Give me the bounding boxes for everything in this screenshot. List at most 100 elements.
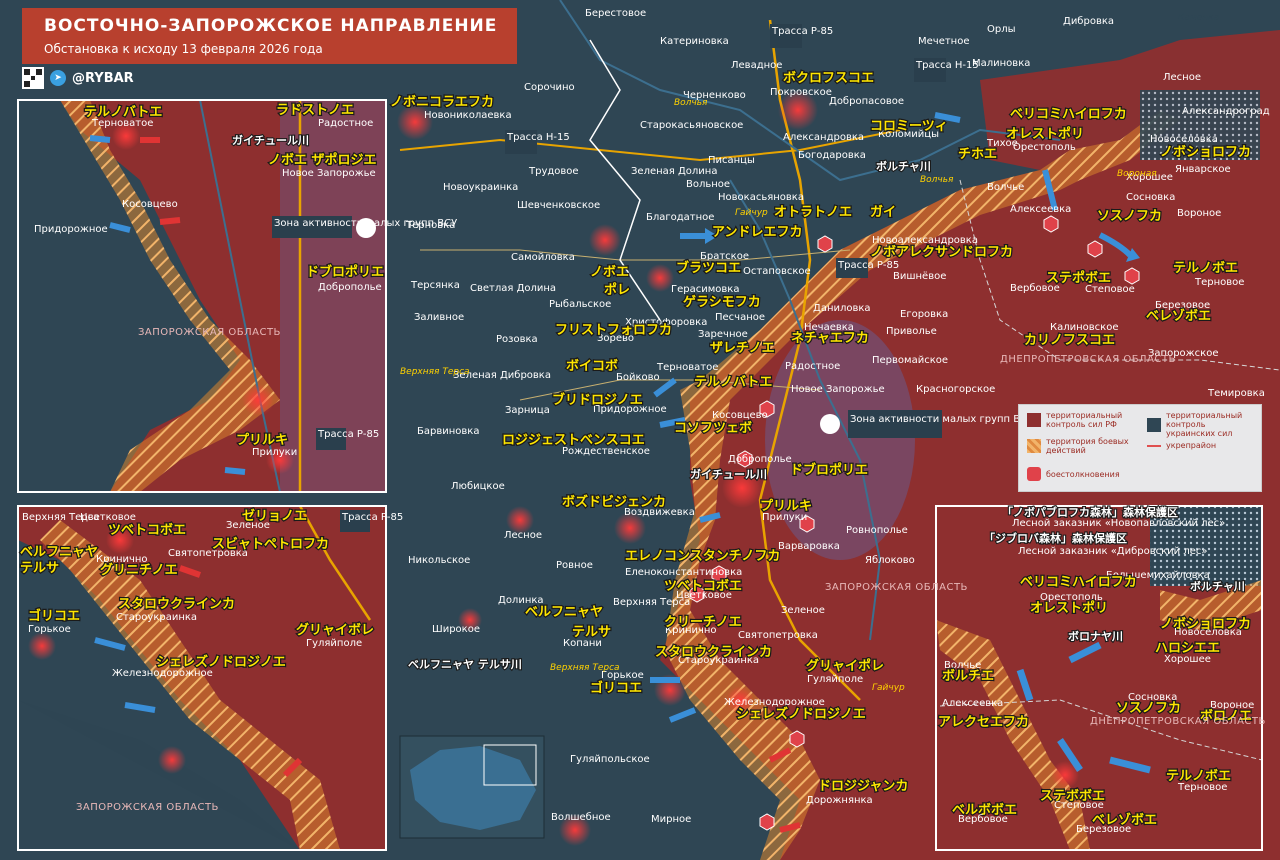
jp-label: ノボエ	[590, 264, 629, 280]
town-label: Терновое	[1194, 277, 1244, 288]
jp-label: ボルチエ	[942, 668, 994, 684]
town-label: Мирное	[651, 814, 691, 825]
jp-label: スタロウクラインカ	[655, 645, 772, 660]
town-label: Любицкое	[451, 481, 505, 492]
jp-label: グリニチノエ	[100, 562, 178, 578]
jp-label: スタロウクラインカ	[118, 597, 235, 612]
jp-label: ボズドビジェンカ	[562, 494, 666, 510]
region-label: ДНЕПРОПЕТРОВСКАЯ ОБЛАСТЬ	[1000, 354, 1176, 365]
legend-label: боестолкновения	[1046, 469, 1120, 479]
town-label: Богодаровка	[798, 150, 866, 161]
town-label: Святопетровка	[738, 630, 818, 641]
road-label: Трасса Н-15	[506, 132, 570, 143]
town-label: Катериновка	[660, 36, 729, 47]
jp-label: ザレチノエ	[710, 341, 775, 356]
town-label: Хорошее	[1164, 654, 1211, 665]
region-label: ЗАПОРОЖСКАЯ ОБЛАСТЬ	[825, 582, 968, 593]
town-label: Широкое	[432, 624, 480, 635]
jp-label: グリャイボレ	[296, 622, 374, 638]
river-label: Верхняя Терса	[550, 663, 620, 673]
town-label: Терновое	[1177, 782, 1227, 793]
legend-item-zone: территория боевых действий	[1027, 437, 1137, 455]
town-label: Новониколаевка	[424, 110, 512, 121]
town-label: Даниловка	[813, 303, 871, 314]
jp-label: ドブロポリエ	[790, 462, 868, 478]
town-label: Розовка	[496, 334, 538, 345]
map-header: ВОСТОЧНО-ЗАПОРОЖСКОЕ НАПРАВЛЕНИЕ Обстано…	[22, 8, 517, 64]
map-legend: территориальный контроль сил РФ территор…	[1018, 404, 1262, 492]
town-label: Цветковое	[80, 512, 136, 523]
town-label: Светлая Долина	[470, 283, 556, 294]
town-label: Новоселовка	[1150, 134, 1218, 145]
zone-label: Зона активности малых групп ВСУ	[274, 218, 457, 229]
jp-label: ボクロフスコエ	[783, 70, 874, 86]
jp-label: ボルチャ川	[1190, 579, 1245, 593]
jp-label: ガイ	[870, 205, 896, 220]
page-title: ВОСТОЧНО-ЗАПОРОЖСКОЕ НАПРАВЛЕНИЕ	[44, 16, 498, 36]
clash-icon	[1027, 467, 1041, 481]
legend-label: территориальный контроль сил РФ	[1046, 411, 1123, 429]
town-label: Покровское	[770, 87, 832, 98]
jp-label: ノボアレクサンドロフカ	[870, 244, 1013, 260]
jp-label: テルノボエ	[1173, 260, 1238, 276]
jp-label: コソフツェボ	[674, 420, 752, 436]
jp-label: ドロジジャンカ	[818, 779, 908, 794]
town-label: Терноватое	[656, 362, 718, 373]
town-label: Заливное	[414, 312, 464, 323]
town-label: Трудовое	[528, 166, 579, 177]
river-label: Верхняя Терса	[400, 367, 470, 377]
town-label: Алексеевка	[1010, 204, 1071, 215]
jp-label: アンドレエフカ	[712, 225, 802, 240]
town-label: Дорожнянка	[806, 795, 873, 806]
town-label: Прилуки	[252, 447, 297, 458]
jp-label: ノボエ ザポロジエ	[268, 152, 377, 168]
town-label: Доброполье	[318, 282, 382, 293]
town-label: Радостное	[318, 118, 373, 129]
jp-label: スビャトペトロフカ	[212, 536, 329, 552]
town-label: Герасимовка	[671, 284, 739, 295]
town-label: Алексеевка	[942, 698, 1003, 709]
brand-bar: ➤ @RYBAR	[22, 66, 134, 90]
town-label: Калиновское	[1050, 322, 1118, 333]
jp-label: ツベトコボエ	[108, 522, 186, 538]
town-label: Доброполье	[728, 454, 792, 465]
town-label: Лесной заказник «Новопавловский лес»	[1012, 518, 1225, 529]
town-label: Старокасьяновское	[640, 120, 743, 131]
river-label: Волчья	[920, 175, 954, 185]
jp-label: ロジジェストベンスコエ	[502, 433, 645, 448]
jp-label: ゴリコエ	[590, 680, 642, 696]
town-label: Еленоконстантиновка	[625, 567, 742, 578]
jp-label: ベルフニャヤ	[525, 605, 603, 620]
jp-label: グリャイポレ	[806, 658, 884, 674]
jp-label: ドブロポリエ	[306, 264, 384, 280]
jp-label: シェレズノドロジノエ	[156, 654, 286, 670]
jp-label: ポレ	[604, 282, 630, 298]
town-label: Гуляйполе	[306, 638, 362, 649]
jp-label: ノボニコラエフカ	[390, 94, 494, 110]
town-label: Орестополь	[1013, 142, 1076, 153]
town-label: Новоселовка	[1174, 627, 1242, 638]
town-label: Вербовое	[958, 814, 1008, 825]
jp-label: ガイチュール川	[690, 467, 767, 481]
jp-label: プリルキ	[236, 433, 288, 448]
town-label: Первомайское	[872, 355, 948, 366]
region-label: ЗАПОРОЖСКАЯ ОБЛАСТЬ	[76, 802, 219, 813]
jp-label: オレストポリ	[1030, 600, 1108, 616]
town-label: Писанцы	[708, 155, 755, 166]
jp-label: テルサ	[572, 625, 611, 640]
jp-label: ボロナヤ川	[1068, 629, 1123, 643]
jp-label: ガイチュール川	[232, 133, 309, 147]
jp-label: エレノコンスタンチノフカ	[625, 549, 780, 564]
jp-label: オトラトノエ	[774, 205, 852, 220]
jp-label: フリストフォロフカ	[555, 323, 672, 338]
town-label: Благодатное	[646, 212, 714, 223]
town-label: Песчаное	[715, 312, 765, 323]
legend-swatch	[1027, 439, 1041, 453]
legend-item-clash: боестолкновения	[1027, 467, 1137, 481]
road-label: Трасса Р-85	[837, 260, 899, 271]
jp-label: ベレゾボエ	[1146, 308, 1211, 324]
town-label: Темировка	[1207, 388, 1265, 399]
region-label: ДНЕПРОПЕТРОВСКАЯ ОБЛАСТЬ	[1090, 716, 1266, 727]
jp-label: テルサ	[20, 561, 59, 576]
town-label: Терсянка	[410, 280, 460, 291]
